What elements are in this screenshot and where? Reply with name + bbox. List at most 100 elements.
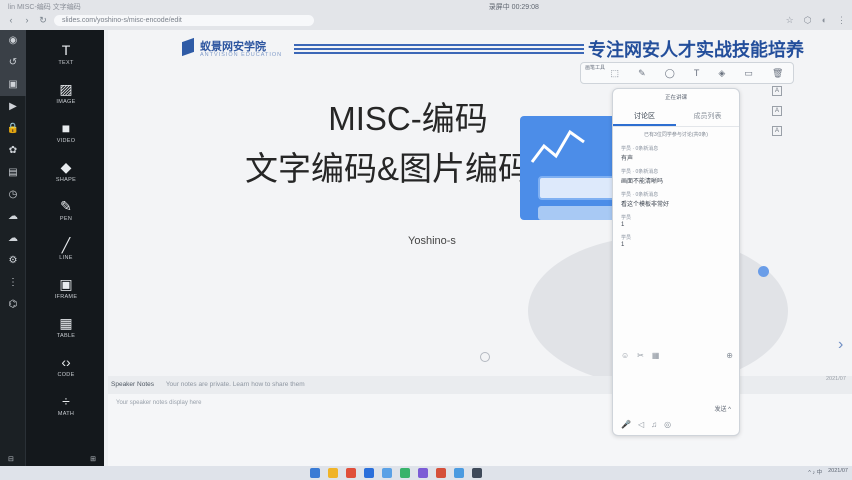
app-icon[interactable] — [400, 468, 410, 478]
style-icon[interactable]: ✿ — [0, 140, 26, 162]
panel-tabs: 讨论区 成员列表 — [613, 107, 739, 127]
message-author: 学员 · 0条新消息 — [621, 146, 659, 152]
lock-icon[interactable]: 🔒 — [0, 118, 26, 140]
star-icon[interactable]: ☆ — [786, 15, 794, 26]
tool-label: MATH — [57, 411, 75, 417]
music-icon[interactable]: ♫ — [651, 420, 657, 429]
image-upload-icon[interactable]: ▦ — [652, 351, 660, 360]
share-icon[interactable]: ⌬ — [0, 294, 26, 316]
more-icon[interactable]: ⋮ — [0, 272, 26, 294]
drawing-toolbar-title: 画笔工具 — [585, 65, 606, 71]
tab-discussion[interactable]: 讨论区 — [613, 107, 676, 126]
next-slide-icon[interactable]: › — [838, 336, 843, 354]
cloud-upload-icon[interactable]: ☁ — [0, 206, 26, 228]
undo-icon[interactable]: ↺ — [0, 52, 26, 74]
tool-image[interactable]: ▨ IMAGE — [40, 81, 92, 105]
tray-icons[interactable]: ^ ♪ 中 — [808, 468, 822, 476]
thumbnail-icon[interactable]: ▣ — [0, 74, 26, 96]
tool-code[interactable]: ‹› CODE — [40, 354, 92, 378]
preview-icon[interactable]: ◉ — [0, 30, 26, 52]
add-icon[interactable]: ⊕ — [726, 351, 733, 360]
vscode-icon[interactable] — [364, 468, 374, 478]
discussion-summary: 已有3位同学参与讨论(共0条) — [644, 132, 708, 138]
profile-icon[interactable]: ◐ — [822, 15, 827, 26]
camera-icon[interactable]: ◎ — [664, 420, 671, 429]
speaker-notes-input[interactable]: Your speaker notes display here — [108, 394, 852, 466]
present-icon[interactable]: ▶ — [0, 96, 26, 118]
tool-video[interactable]: ■ VIDEO — [40, 120, 92, 144]
tool-math[interactable]: ÷ MATH — [40, 393, 92, 417]
scissors-icon[interactable]: ✂ — [637, 351, 644, 360]
math-icon: ÷ — [62, 393, 70, 409]
discussion-panel: 正在讲课 讨论区 成员列表 已有3位同学参与讨论(共0条) 学员 · 0条新消息… — [612, 88, 740, 436]
speaker-icon[interactable]: ◁ — [638, 420, 644, 429]
terminal-icon[interactable] — [472, 468, 482, 478]
url-bar[interactable]: slides.com/yoshino-s/misc-encode/edit — [54, 14, 314, 26]
editor-toolbar: ◉ ↺ ▣ ▶ 🔒 ✿ ▤ ◷ ☁ ☁ ⚙ ⋮ ⌬ T TEXT ▨ IMAGE… — [0, 30, 104, 466]
arrange-icon[interactable]: ▤ — [0, 162, 26, 184]
history-icon[interactable]: ◷ — [0, 184, 26, 206]
slide-subtitle[interactable]: 文字编码&图片编码 — [208, 142, 568, 190]
table-icon: ▦ — [59, 315, 73, 331]
grid-icon[interactable]: ⊞ — [90, 455, 96, 463]
iframe-icon: ▣ — [59, 276, 73, 292]
title-strip: lin MISC-编码 文字编码 录屏中 00:29:08 — [0, 0, 852, 11]
pen-tool-icon[interactable]: ✎ — [638, 68, 646, 79]
line-icon: ╱ — [61, 237, 71, 253]
strip-button[interactable]: A — [772, 126, 782, 136]
rectangle-icon[interactable]: ▭ — [744, 68, 753, 79]
zoom-icon[interactable]: ⊟ — [8, 455, 14, 463]
forward-icon[interactable]: › — [22, 15, 32, 25]
highlight-icon[interactable]: ◈ — [718, 68, 725, 79]
tool-shape[interactable]: ◆ SHAPE — [40, 159, 92, 183]
os-taskbar: ^ ♪ 中 2021/07 — [0, 466, 852, 480]
tool-label: VIDEO — [56, 138, 76, 144]
taskbar-apps — [310, 468, 482, 478]
slide-author[interactable]: Yoshino-s — [408, 235, 456, 247]
emoji-icon[interactable]: ☺ — [621, 351, 629, 360]
tab-members[interactable]: 成员列表 — [676, 107, 739, 126]
send-button[interactable]: 发送 ^ — [613, 404, 739, 413]
tool-table[interactable]: ▦ TABLE — [40, 315, 92, 339]
gear-icon — [480, 352, 490, 362]
speaker-notes-placeholder: Your speaker notes display here — [116, 400, 202, 406]
reload-icon[interactable]: ↻ — [38, 15, 48, 25]
code-icon: ‹› — [61, 354, 71, 370]
app-icon[interactable] — [382, 468, 392, 478]
tool-iframe[interactable]: ▣ IFRAME — [40, 276, 92, 300]
tool-label: PEN — [59, 216, 73, 222]
message-author: 学员 — [621, 235, 632, 241]
tab-title[interactable]: lin MISC-编码 文字编码 — [8, 2, 81, 11]
back-icon[interactable]: ‹ — [6, 15, 16, 25]
trash-icon[interactable]: 🗑 — [772, 68, 783, 79]
menu-icon[interactable]: ⋮ — [837, 15, 846, 26]
file-explorer-icon[interactable] — [328, 468, 338, 478]
strip-button[interactable]: A — [772, 106, 782, 116]
message-text: 有声 — [621, 156, 634, 162]
start-icon[interactable] — [310, 468, 320, 478]
chat-message: 学员 1 — [613, 231, 739, 251]
speaker-notes-hint[interactable]: Your notes are private. Learn how to sha… — [166, 381, 305, 388]
video-icon: ■ — [61, 120, 71, 136]
app-icon[interactable] — [418, 468, 428, 478]
browser-icon[interactable] — [454, 468, 464, 478]
message-text: 1 — [621, 242, 625, 248]
microphone-icon[interactable]: 🎤 — [621, 420, 631, 429]
tool-line[interactable]: ╱ LINE — [40, 237, 92, 261]
select-icon[interactable]: ⬚ — [611, 68, 620, 79]
text-tool-icon[interactable]: T — [694, 68, 700, 78]
tool-label: IFRAME — [54, 294, 78, 300]
settings-icon[interactable]: ⚙ — [0, 250, 26, 272]
tool-text[interactable]: T TEXT — [40, 42, 92, 66]
tool-pen[interactable]: ✎ PEN — [40, 198, 92, 222]
app-icon[interactable] — [436, 468, 446, 478]
strip-button[interactable]: A — [772, 86, 782, 96]
app-icon[interactable] — [346, 468, 356, 478]
circle-icon[interactable]: ◯ — [665, 68, 675, 79]
recording-clock: 录屏中 00:29:08 — [488, 4, 539, 11]
image-icon: ▨ — [59, 81, 73, 97]
extension-icon[interactable]: ⬡ — [804, 15, 812, 26]
chat-message: 学员 · 0条新消息 画面不能清晰吗 — [613, 165, 739, 188]
browser-top: lin MISC-编码 文字编码 录屏中 00:29:08 ‹ › ↻ slid… — [0, 0, 852, 30]
cloud-download-icon[interactable]: ☁ — [0, 228, 26, 250]
